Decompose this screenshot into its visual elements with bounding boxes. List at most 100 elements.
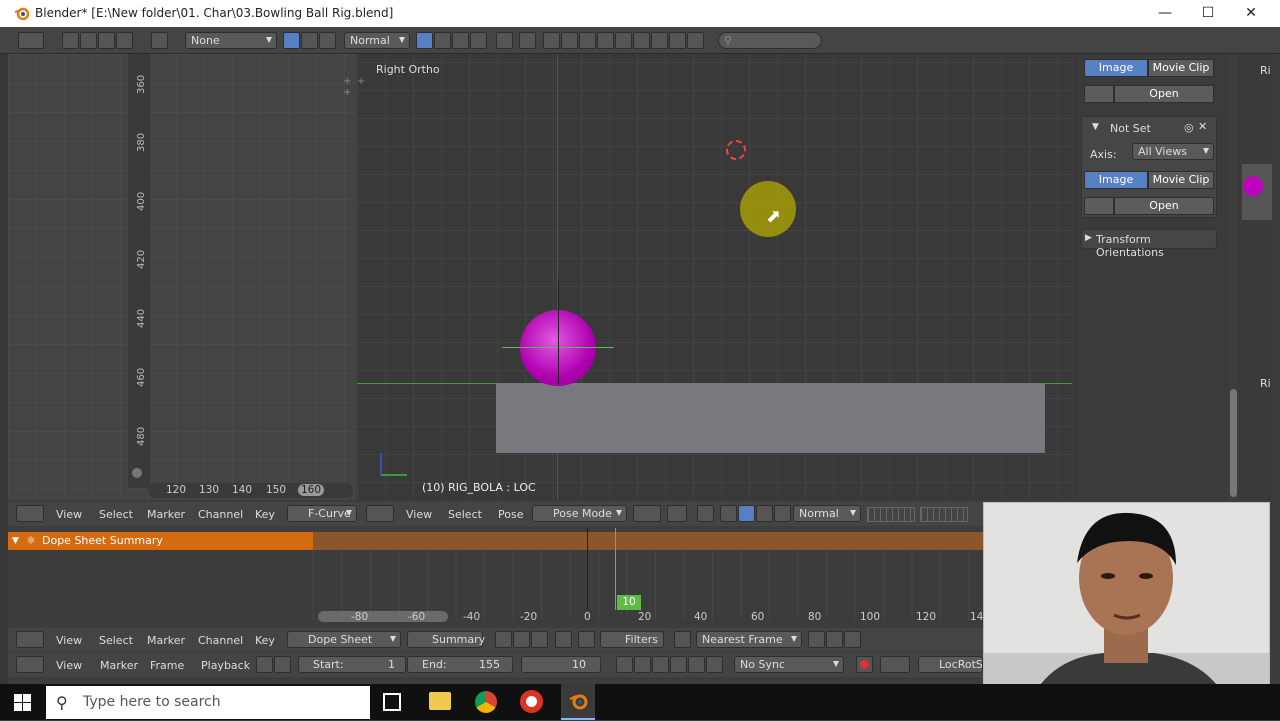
current-frame-field[interactable]: 10 [521, 656, 601, 673]
end-frame-field[interactable]: End: 155 [407, 656, 513, 673]
current-frame-line[interactable] [615, 528, 616, 610]
arrow-up-icon[interactable] [98, 32, 115, 49]
start-frame-field[interactable]: Start: 1 [298, 656, 406, 673]
menu-marker[interactable]: Marker [147, 634, 185, 647]
filter-sound-icon[interactable] [651, 32, 668, 49]
menu-select[interactable]: Select [99, 634, 133, 647]
paste-flipped-icon[interactable] [844, 631, 861, 648]
browse-image-icon-2[interactable] [1084, 197, 1114, 215]
v-scroll-handle[interactable] [132, 468, 142, 478]
blend-mode-dropdown[interactable]: Normal [344, 32, 410, 49]
show-hidden-icon[interactable] [513, 631, 530, 648]
menu-select[interactable]: Select [99, 508, 133, 521]
axis-dropdown[interactable]: All Views [1132, 143, 1214, 160]
eye-icon[interactable]: ◎ [1184, 121, 1194, 134]
dope-sheet-summary-row[interactable]: ▼ ⚛ Dope Sheet Summary [8, 532, 313, 550]
file-explorer-icon[interactable] [429, 692, 451, 710]
translate-icon[interactable] [720, 505, 737, 522]
only-selected-icon[interactable] [495, 631, 512, 648]
display-thumb-icon[interactable] [283, 32, 300, 49]
keying-set-dropdown[interactable]: None [185, 32, 277, 49]
dope-mode-dropdown[interactable]: Dope Sheet [287, 631, 401, 648]
filter-icon[interactable] [519, 32, 536, 49]
keying-set-field[interactable]: LocRotSc [918, 656, 983, 673]
windows-start-icon[interactable] [14, 694, 32, 715]
shading-icon[interactable] [633, 505, 661, 522]
collapse-arrow-icon[interactable]: ▼ [1092, 122, 1099, 132]
mode-dropdown[interactable]: Pose Mode [532, 505, 627, 522]
keying-icon[interactable] [880, 656, 910, 673]
prev-key-icon[interactable] [634, 656, 651, 673]
image-tab[interactable]: Image [1084, 59, 1148, 77]
search-filter-icon[interactable] [578, 631, 595, 648]
3d-cursor-icon[interactable] [726, 140, 746, 160]
menu-key[interactable]: Key [255, 508, 275, 521]
panel-scrollbar[interactable] [1230, 389, 1237, 497]
refresh-icon[interactable] [116, 32, 133, 49]
play-reverse-icon[interactable] [652, 656, 669, 673]
graph-editor[interactable]: 360 380 400 420 440 460 480 120 130 140 … [8, 54, 356, 500]
filter-image-icon[interactable] [579, 32, 596, 49]
filter-folder-icon[interactable] [543, 32, 560, 49]
filter-script-icon[interactable] [615, 32, 632, 49]
rotate-icon[interactable] [738, 505, 755, 522]
only-errors-icon[interactable] [531, 631, 548, 648]
auto-snap-icon[interactable] [674, 631, 691, 648]
menu-channel[interactable]: Channel [198, 508, 243, 521]
editor-type-icon[interactable] [18, 32, 44, 49]
preview-range-icon[interactable] [256, 656, 273, 673]
graph-editor-type-icon[interactable] [16, 505, 44, 522]
menu-select[interactable]: Select [448, 508, 482, 521]
scale-icon[interactable] [756, 505, 773, 522]
blender-taskbar-icon[interactable] [561, 684, 595, 720]
filter-font-icon[interactable] [633, 32, 650, 49]
remove-icon[interactable]: ✕ [1198, 120, 1207, 133]
filter-blend-icon[interactable] [561, 32, 578, 49]
filter-misc-icon[interactable] [687, 32, 704, 49]
pivot-icon[interactable] [667, 505, 687, 522]
minimize-icon[interactable]: — [1142, 0, 1188, 27]
lock-range-icon[interactable] [274, 656, 291, 673]
sort-alpha-icon[interactable] [416, 32, 433, 49]
hidden-icon[interactable] [496, 32, 513, 49]
sync-dropdown[interactable]: No Sync [734, 656, 844, 673]
transform-orientations-section[interactable]: ▶ Transform Orientations [1081, 229, 1217, 259]
display-list-icon[interactable] [301, 32, 318, 49]
browse-image-icon[interactable] [1084, 85, 1114, 103]
current-frame-indicator[interactable]: 10 [617, 595, 641, 610]
open-button-2[interactable]: Open [1114, 197, 1214, 215]
layers-grid-2[interactable] [920, 507, 968, 522]
sort-ext-icon[interactable] [434, 32, 451, 49]
menu-marker[interactable]: Marker [100, 659, 138, 672]
layers-grid-1[interactable] [867, 507, 915, 522]
graph-mode-dropdown[interactable]: F-Curve [287, 505, 357, 522]
menu-pose[interactable]: Pose [498, 508, 523, 521]
arrow-right-icon[interactable] [80, 32, 97, 49]
movie-clip-tab[interactable]: Movie Clip [1148, 59, 1214, 77]
snap-dropdown[interactable]: Nearest Frame [696, 631, 802, 648]
menu-key[interactable]: Key [255, 634, 275, 647]
chrome-icon[interactable] [475, 691, 497, 713]
sort-time-icon[interactable] [452, 32, 469, 49]
image-tab-2[interactable]: Image [1084, 171, 1148, 189]
jump-end-icon[interactable] [706, 656, 723, 673]
jump-start-icon[interactable] [616, 656, 633, 673]
menu-frame[interactable]: Frame [150, 659, 184, 672]
manipulator-icon[interactable] [697, 505, 714, 522]
task-view-icon[interactable] [383, 693, 401, 711]
summary-toggle[interactable]: Summary [407, 631, 485, 648]
dope-sheet[interactable]: ▼ ⚛ Dope Sheet Summary 10 -80 -60 -40 -2… [8, 528, 983, 624]
movie-clip-tab-2[interactable]: Movie Clip [1148, 171, 1214, 189]
ground-plane[interactable] [496, 383, 1045, 453]
paste-keys-icon[interactable] [826, 631, 843, 648]
copy-keys-icon[interactable] [808, 631, 825, 648]
timeline-type-icon[interactable] [16, 656, 44, 673]
orientation-dropdown[interactable]: Normal [793, 505, 861, 522]
viewport-type-icon[interactable] [366, 505, 394, 522]
transform-orientation-icon[interactable] [774, 505, 791, 522]
filters-button[interactable]: Filters [600, 631, 664, 648]
next-key-icon[interactable] [688, 656, 705, 673]
search-input[interactable]: ⚲ [718, 32, 822, 49]
folder-icon[interactable] [151, 32, 168, 49]
dope-h-scroll[interactable] [318, 611, 448, 622]
